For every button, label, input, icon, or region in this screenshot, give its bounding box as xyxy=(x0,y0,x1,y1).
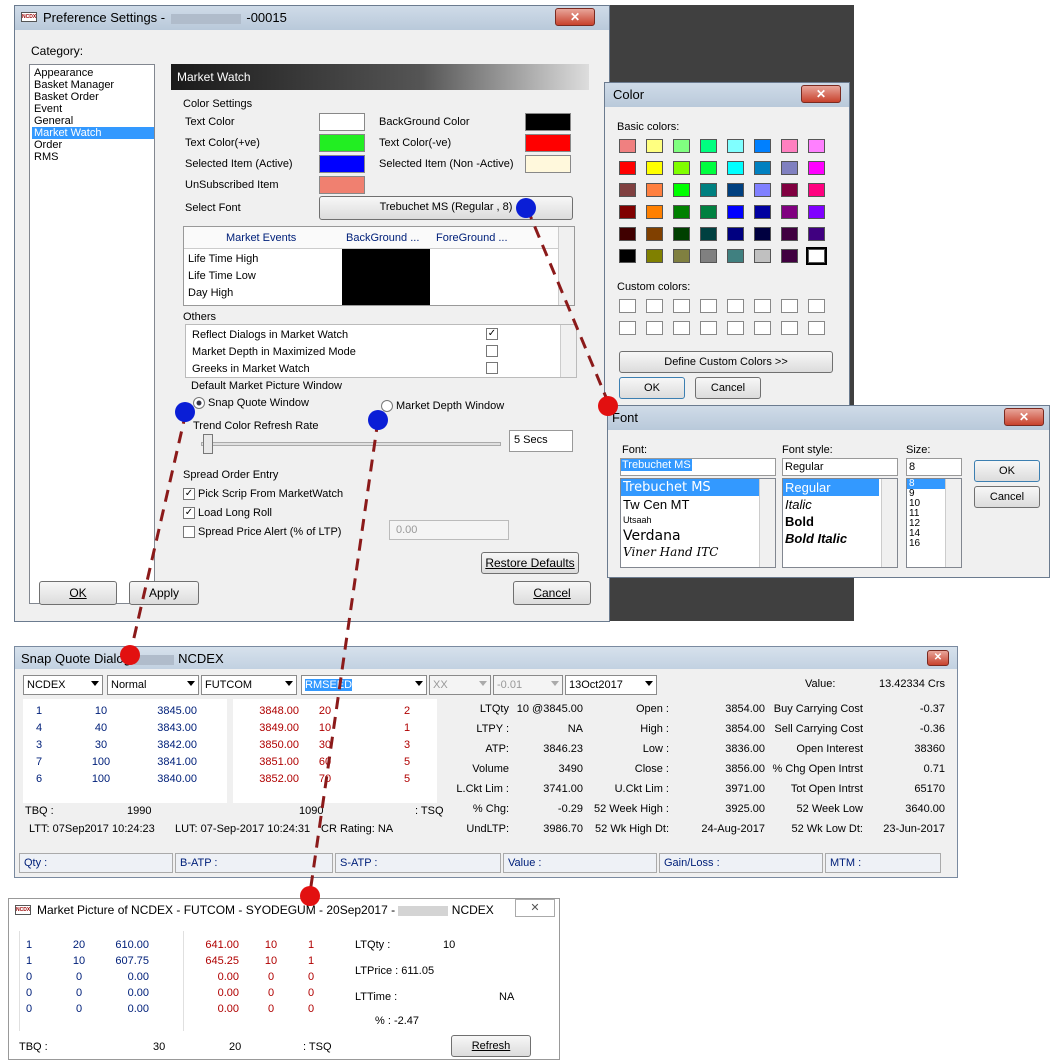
annotation-line xyxy=(308,419,380,894)
annotation-dot xyxy=(175,402,195,422)
annotation-line xyxy=(525,207,610,403)
annotation-dot xyxy=(368,410,388,430)
annotation-dot xyxy=(300,886,320,906)
annotation-lines xyxy=(128,207,610,894)
annotation-dot xyxy=(120,645,140,665)
annotation-dot xyxy=(516,198,536,218)
annotation-dot xyxy=(598,396,618,416)
annotation-line xyxy=(128,411,188,656)
